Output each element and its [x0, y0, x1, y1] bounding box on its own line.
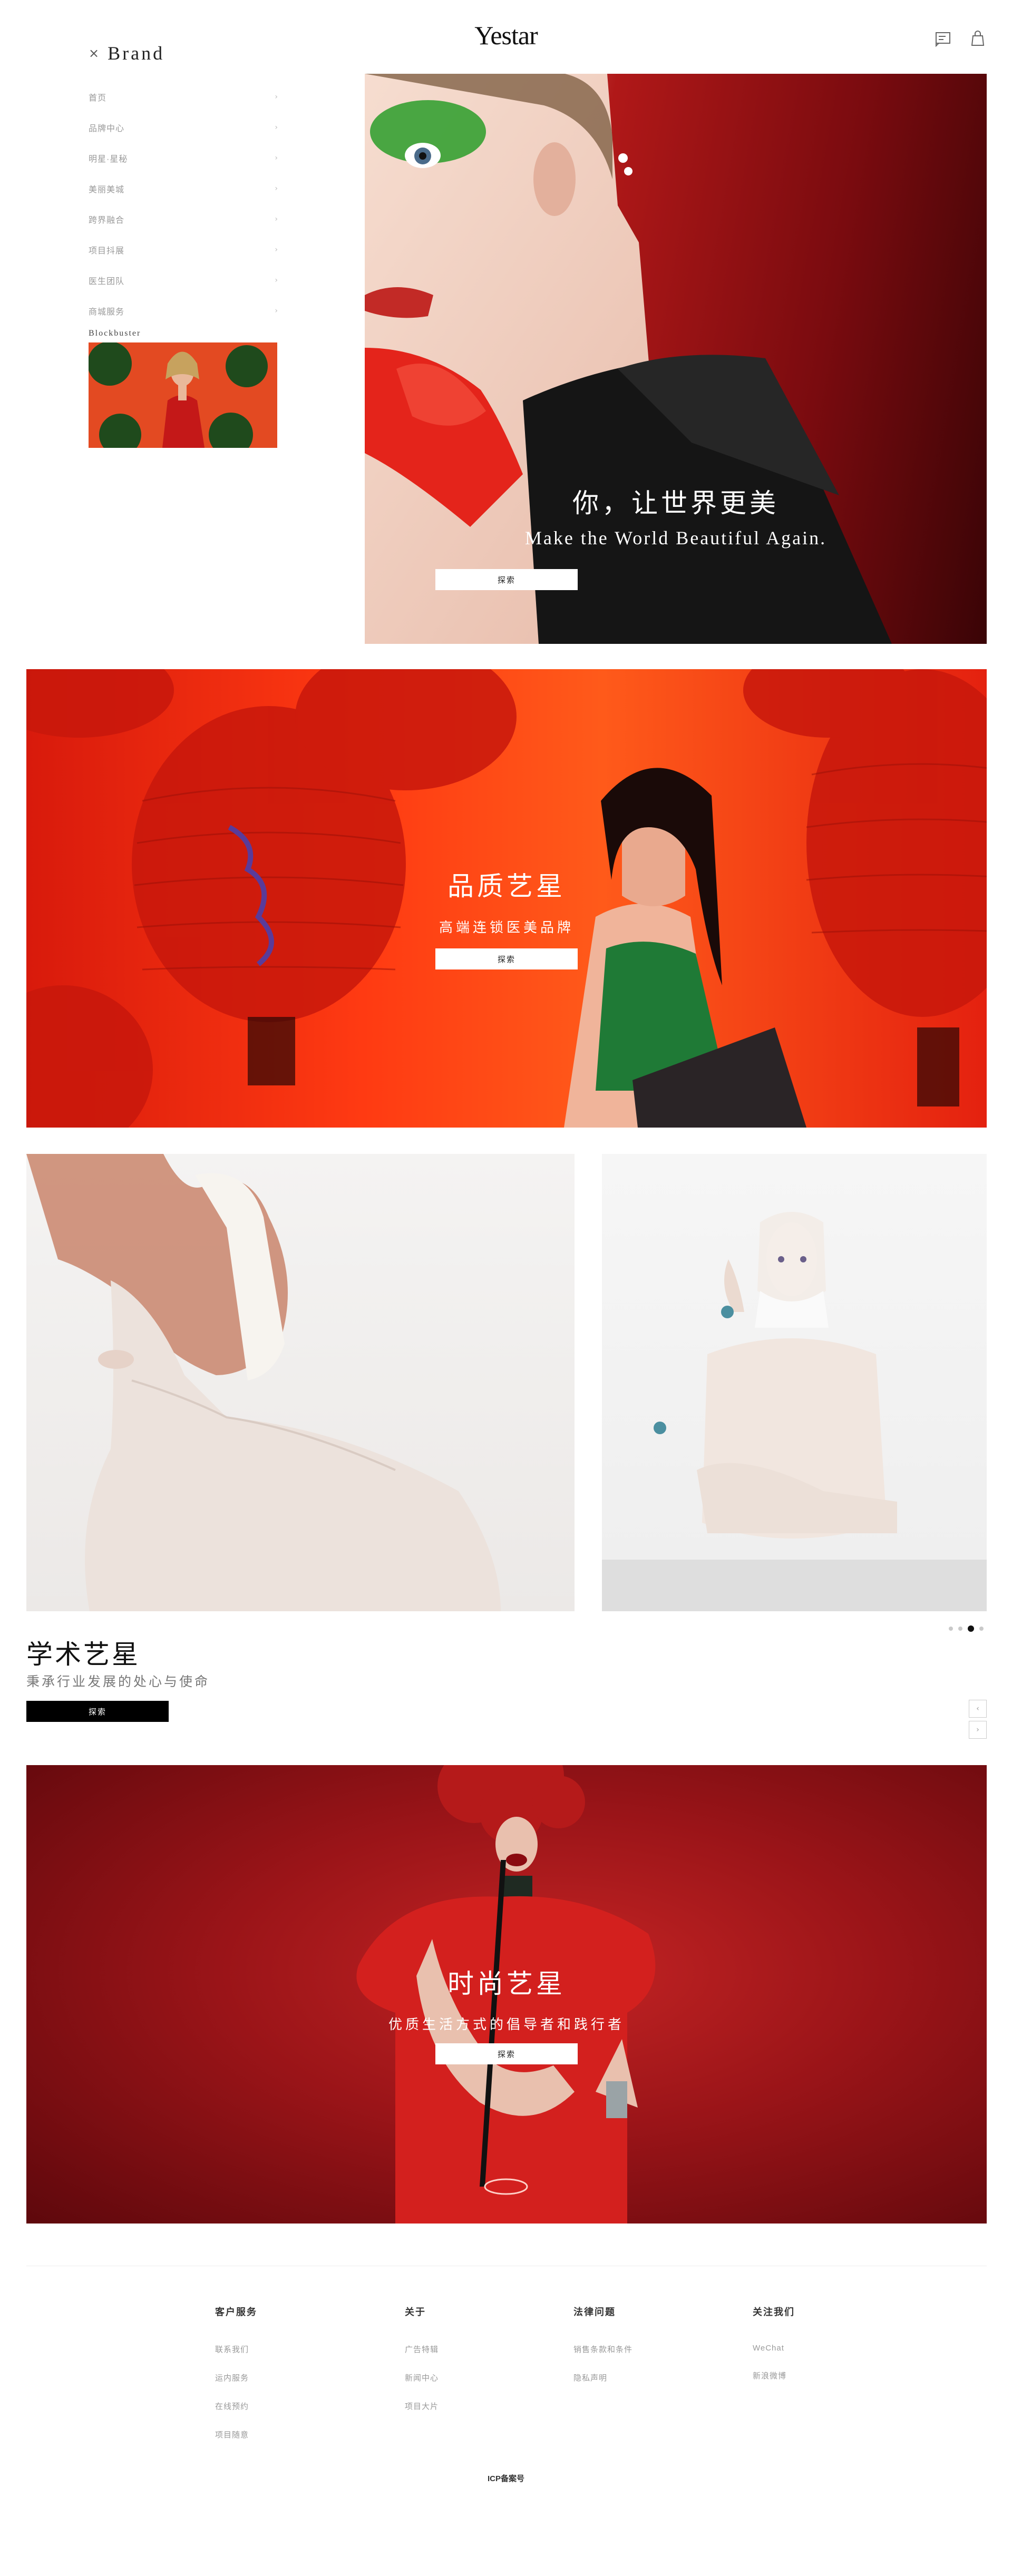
carousel-pagination: [949, 1625, 984, 1632]
carousel-dot[interactable]: [949, 1627, 953, 1631]
footer-link[interactable]: 项目大片: [405, 2401, 439, 2412]
chevron-right-icon: ›: [275, 123, 278, 132]
sidebar-menu: 首页 › 品牌中心 › 明星·星秘 › 美丽美城 › 跨界融合 › 项目抖展 › 医生团队 ›…: [89, 82, 278, 326]
brand-menu-header: × Brand: [89, 42, 164, 64]
chevron-right-icon: ›: [275, 184, 278, 193]
message-icon[interactable]: [934, 30, 952, 47]
sidebar-item-label: 商城服务: [89, 308, 125, 317]
footer-heading: 法律问题: [573, 2307, 616, 2317]
shopping-bag-icon[interactable]: [969, 30, 987, 47]
sidebar-item-label: 首页: [89, 94, 107, 103]
icp-record[interactable]: ICP备案号: [0, 2473, 1012, 2484]
sidebar-item-label: 跨界融合: [89, 216, 125, 225]
chevron-right-icon: ›: [275, 307, 278, 315]
carousel-dot[interactable]: [979, 1627, 984, 1631]
sidebar-item-projects[interactable]: 项目抖展 ›: [89, 234, 278, 265]
academic-subtitle: 秉承行业发展的处心与使命: [26, 1674, 210, 1689]
sidebar-item-beauty[interactable]: 美丽美城 ›: [89, 173, 278, 204]
carousel-next-button[interactable]: ›: [969, 1721, 987, 1739]
footer-heading: 客户服务: [215, 2307, 257, 2317]
fashion-banner: 时尚艺星 优质生活方式的倡导者和践行者 探索: [26, 1765, 987, 2224]
hero-explore-button[interactable]: 探索: [435, 569, 578, 590]
footer-link[interactable]: 在线预约: [215, 2401, 257, 2412]
quality-explore-button[interactable]: 探索: [435, 948, 578, 969]
hero-title-cn: 你，让世界更美: [572, 488, 779, 518]
chevron-right-icon: ›: [275, 276, 278, 285]
chevron-right-icon: ›: [275, 215, 278, 223]
footer-column-legal: 法律问题 销售条款和条件 隐私声明: [573, 2305, 632, 2401]
footer-column-about: 关于 广告特辑 新闻中心 项目大片: [405, 2305, 439, 2429]
carousel-dot-active[interactable]: [968, 1625, 974, 1632]
sidebar-item-label: 明星·星秘: [89, 155, 128, 164]
sidebar-item-stars[interactable]: 明星·星秘 ›: [89, 143, 278, 173]
quality-banner: 品质艺星 高端连锁医美品牌 探索: [26, 669, 987, 1128]
footer-link[interactable]: 广告特辑: [405, 2344, 439, 2355]
academic-image-left: [26, 1154, 575, 1611]
blockbuster-image[interactable]: [89, 342, 277, 448]
chevron-down-icon: ›: [976, 1726, 979, 1734]
fashion-explore-button[interactable]: 探索: [435, 2043, 578, 2064]
hero-title-en: Make the World Beautiful Again.: [524, 527, 827, 548]
footer-heading: 关于: [405, 2307, 426, 2317]
footer-link[interactable]: 隐私声明: [573, 2372, 632, 2383]
brand-title: Brand: [108, 43, 165, 64]
footer-column-customer-service: 客户服务 联系我们 运内服务 在线预约 项目随意: [215, 2305, 257, 2457]
sidebar-item-crossover[interactable]: 跨界融合 ›: [89, 204, 278, 234]
footer-link-weibo[interactable]: 新浪微博: [753, 2370, 795, 2381]
footer-link[interactable]: 新闻中心: [405, 2372, 439, 2383]
fashion-title: 时尚艺星: [447, 1969, 566, 1999]
chevron-up-icon: ‹: [976, 1705, 979, 1713]
hero-image: [365, 74, 892, 644]
carousel-dot[interactable]: [958, 1627, 962, 1631]
footer-link[interactable]: 项目随意: [215, 2429, 257, 2440]
academic-title: 学术艺星: [26, 1640, 140, 1669]
carousel-prev-button[interactable]: ‹: [969, 1700, 987, 1718]
footer-link-wechat[interactable]: WeChat: [753, 2344, 795, 2353]
chevron-right-icon: ›: [275, 93, 278, 101]
chevron-right-icon: ›: [275, 154, 278, 162]
sidebar-item-home[interactable]: 首页 ›: [89, 82, 278, 112]
footer-column-follow: 关注我们 WeChat 新浪微博: [753, 2305, 795, 2398]
sidebar-item-mall[interactable]: 商城服务 ›: [89, 296, 278, 326]
sidebar-item-doctors[interactable]: 医生团队 ›: [89, 265, 278, 296]
sidebar-item-label: 品牌中心: [89, 124, 125, 133]
footer-link[interactable]: 联系我们: [215, 2344, 257, 2355]
fashion-subtitle: 优质生活方式的倡导者和践行者: [388, 2016, 625, 2032]
close-icon[interactable]: ×: [89, 47, 99, 60]
footer-heading: 关注我们: [753, 2307, 795, 2317]
sidebar-item-label: 项目抖展: [89, 247, 125, 256]
academic-image-right: [602, 1154, 987, 1611]
sidebar-item-brand-center[interactable]: 品牌中心 ›: [89, 112, 278, 143]
footer-link[interactable]: 运内服务: [215, 2372, 257, 2383]
quality-title: 品质艺星: [447, 871, 566, 901]
sidebar-item-label: 美丽美城: [89, 185, 125, 194]
sidebar-item-label: 医生团队: [89, 277, 125, 286]
hero-banner: 你，让世界更美 Make the World Beautiful Again. …: [365, 74, 987, 644]
quality-subtitle: 高端连锁医美品牌: [439, 919, 574, 935]
blockbuster-label: Blockbuster: [89, 329, 141, 338]
chevron-right-icon: ›: [275, 246, 278, 254]
footer-link[interactable]: 销售条款和条件: [573, 2344, 632, 2355]
academic-explore-button[interactable]: 探索: [26, 1701, 169, 1722]
